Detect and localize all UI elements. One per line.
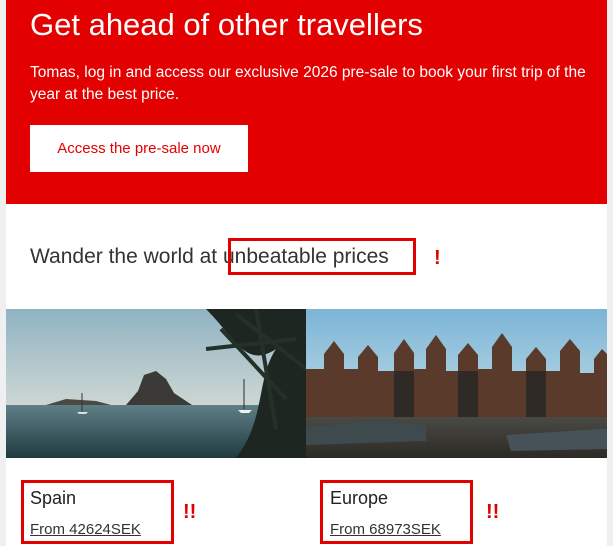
access-presale-button[interactable]: Access the pre-sale now [30, 125, 248, 172]
annotation-marker-heading: ! [434, 247, 441, 269]
annotation-box-heading [228, 238, 416, 275]
hero-title: Get ahead of other travellers [30, 7, 423, 42]
section-heading-prefix: Wander the world at [30, 245, 223, 268]
annotation-marker-europe: !! [486, 501, 500, 523]
right-margin [607, 0, 613, 546]
europe-image[interactable] [306, 309, 607, 458]
hero-banner: Get ahead of other travellers Tomas, log… [6, 0, 607, 204]
annotation-marker-spain: !! [183, 501, 197, 523]
spain-image[interactable] [6, 309, 306, 458]
annotation-box-spain [21, 480, 174, 544]
hero-text: Tomas, log in and access our exclusive 2… [30, 64, 586, 103]
annotation-box-europe [320, 480, 473, 544]
